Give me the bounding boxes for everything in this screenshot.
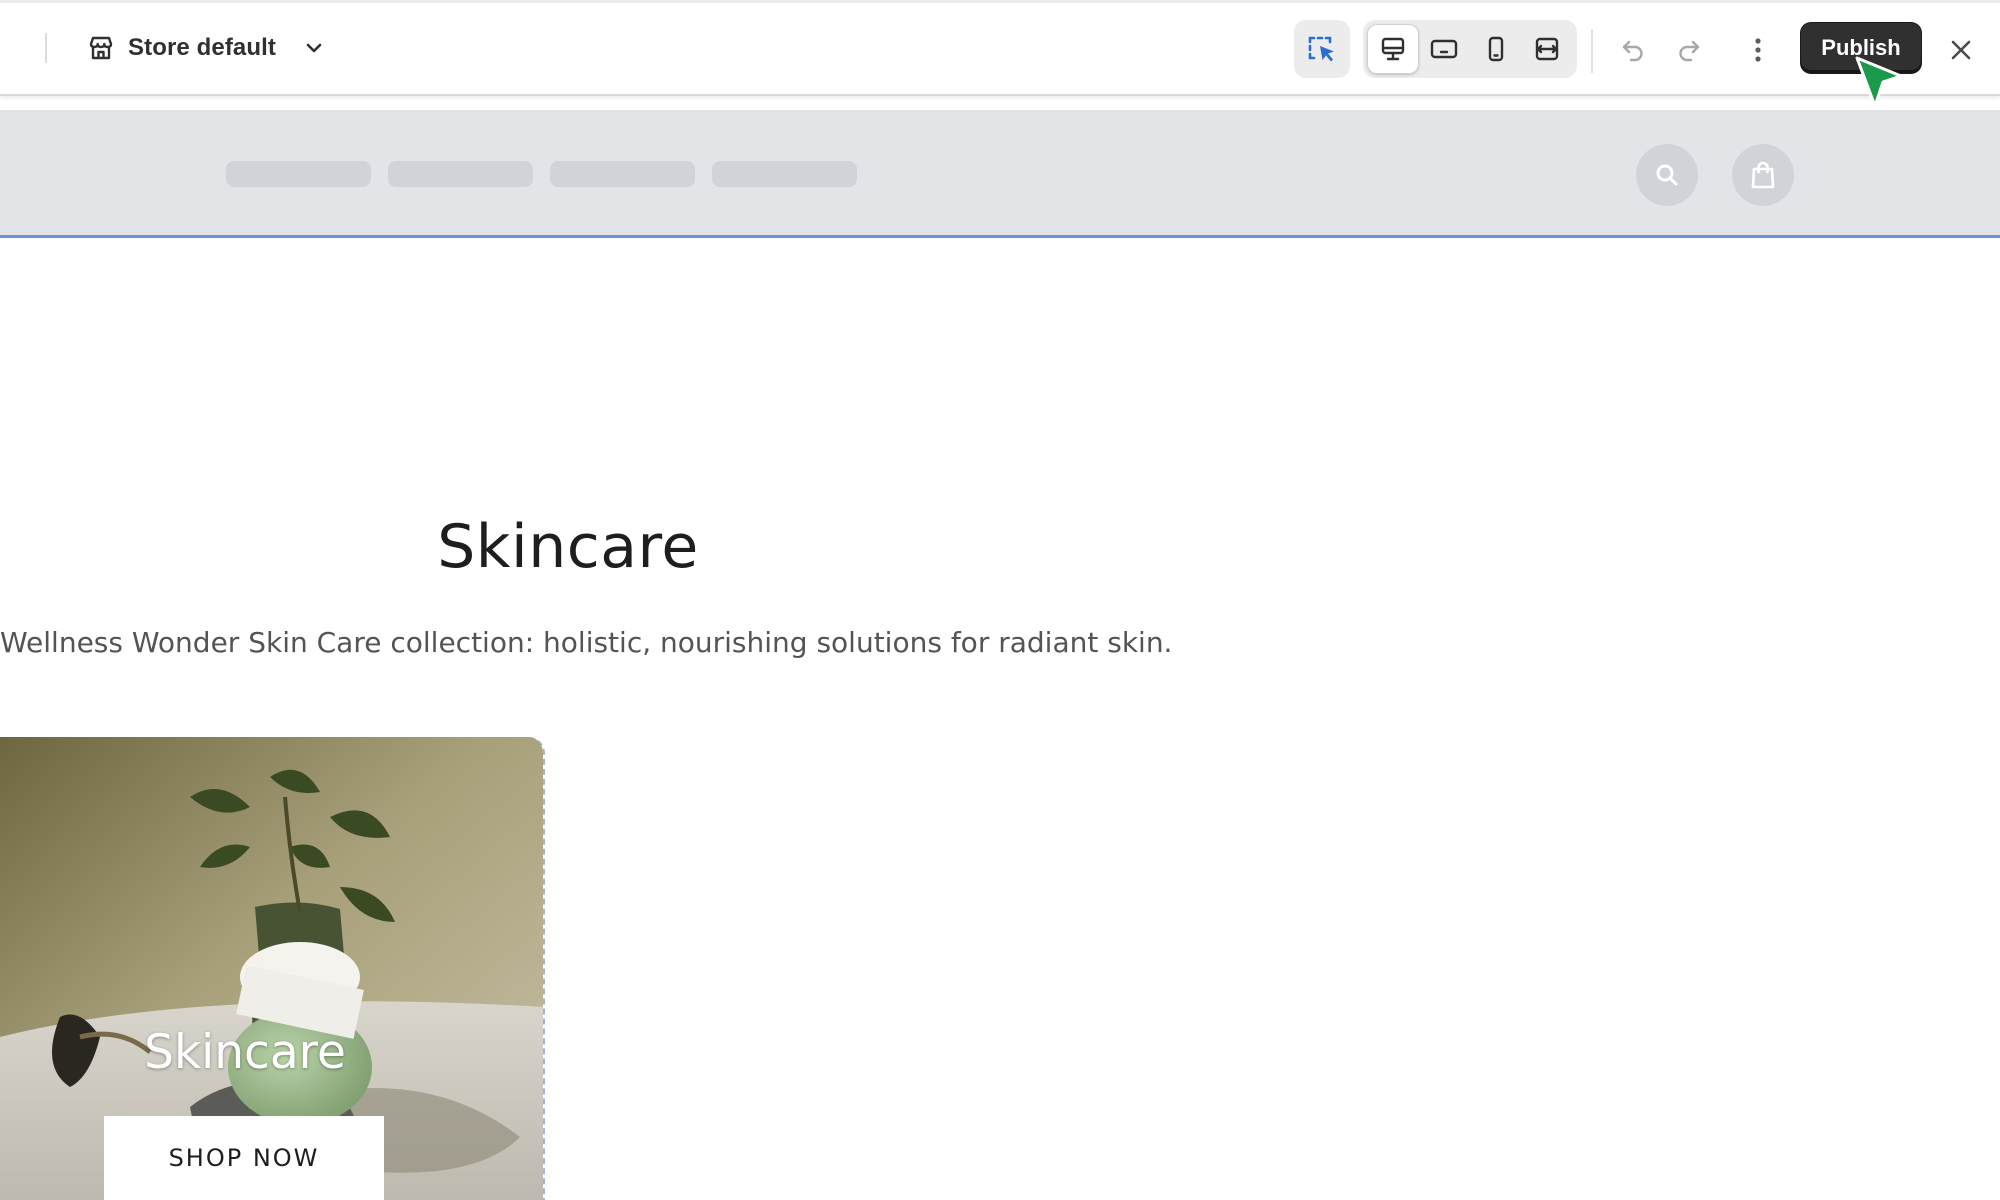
collection-title: Skincare (437, 512, 699, 582)
collection-card[interactable]: Skincare SHOP NOW (0, 737, 545, 1200)
undo-button[interactable] (1607, 25, 1659, 75)
nav-placeholder (388, 161, 533, 187)
select-tool-button[interactable] (1296, 24, 1348, 74)
mobile-icon (1482, 35, 1510, 63)
shop-now-button[interactable]: SHOP NOW (104, 1116, 384, 1200)
tablet-icon (1429, 35, 1459, 63)
more-actions-button[interactable] (1732, 25, 1784, 75)
select-cursor-icon (1306, 33, 1338, 65)
more-vertical-icon (1744, 36, 1772, 64)
mouse-cursor-icon (1853, 54, 1905, 117)
search-icon (1653, 161, 1681, 189)
chevron-down-icon (302, 36, 326, 60)
undo-icon (1619, 36, 1647, 64)
nav-placeholder (226, 161, 371, 187)
desktop-icon (1379, 35, 1407, 63)
header-search-button[interactable] (1636, 144, 1698, 206)
redo-icon (1675, 36, 1703, 64)
redo-button[interactable] (1663, 25, 1715, 75)
close-editor-button[interactable] (1935, 25, 1987, 75)
mobile-view-button[interactable] (1470, 24, 1522, 74)
store-header-section[interactable] (0, 110, 2000, 238)
select-tool-group (1294, 20, 1350, 78)
card-title: Skincare (144, 1025, 346, 1080)
store-selector-label: Store default (128, 34, 276, 61)
editor-toolbar: Store default Publish (0, 0, 2000, 96)
viewport-mode-group (1363, 20, 1577, 78)
toolbar-divider (45, 33, 47, 63)
tablet-view-button[interactable] (1419, 24, 1471, 74)
shopping-bag-icon (1749, 160, 1777, 190)
nav-placeholder (550, 161, 695, 187)
store-context-selector[interactable]: Store default (80, 23, 332, 73)
nav-placeholder (712, 161, 857, 187)
toolbar-divider (1591, 29, 1593, 73)
full-width-view-button[interactable] (1522, 24, 1574, 74)
desktop-view-button[interactable] (1367, 24, 1419, 74)
store-icon (86, 33, 116, 63)
collection-description: Wellness Wonder Skin Care collection: ho… (0, 626, 1173, 659)
full-width-icon (1533, 35, 1561, 63)
close-icon (1947, 36, 1975, 64)
header-cart-button[interactable] (1732, 144, 1794, 206)
